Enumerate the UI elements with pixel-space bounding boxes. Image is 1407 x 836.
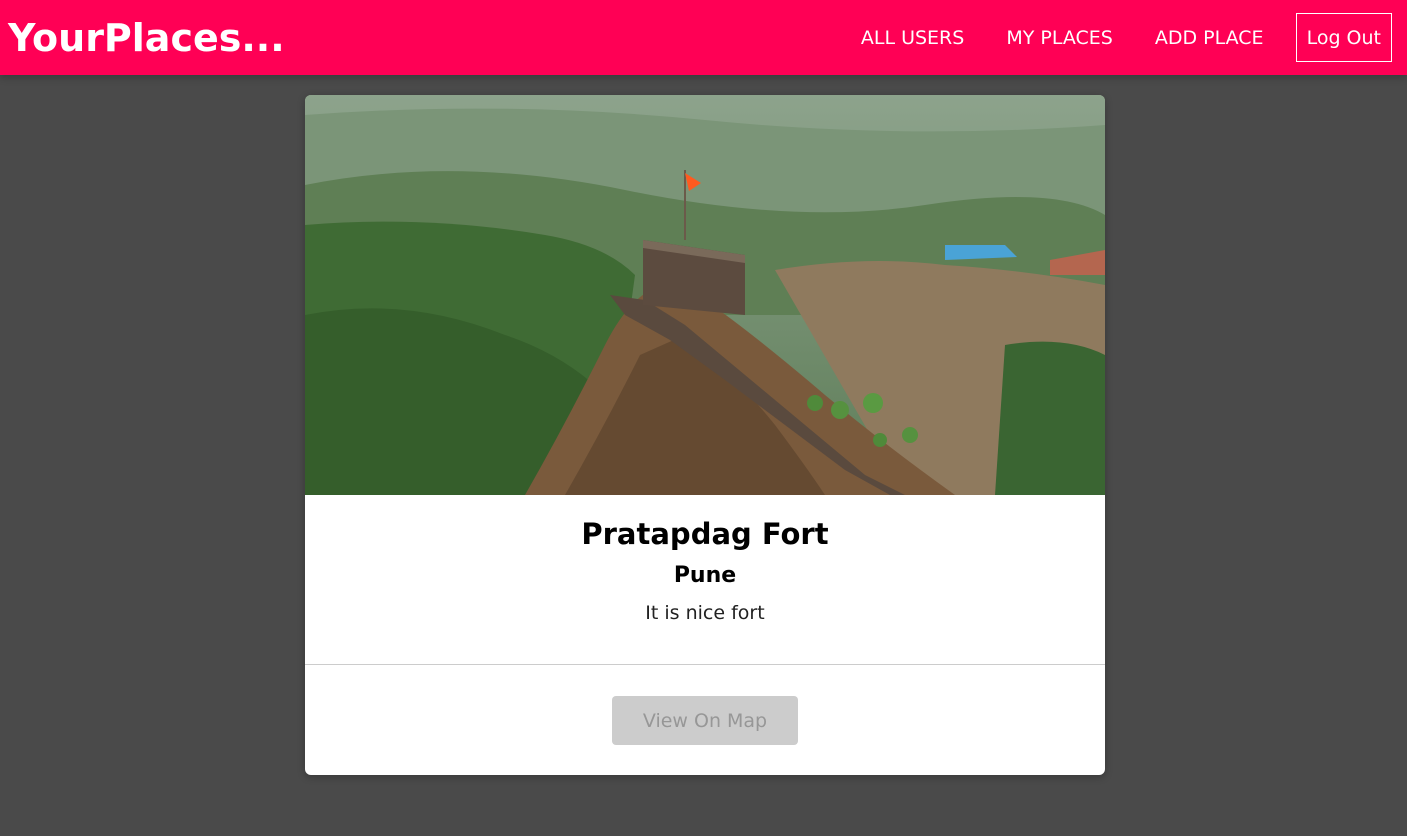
view-on-map-button[interactable]: View On Map xyxy=(612,696,798,745)
main-header: YourPlaces... ALL USERS MY PLACES ADD PL… xyxy=(0,0,1407,75)
main-navigation: ALL USERS MY PLACES ADD PLACE Log Out xyxy=(819,0,1392,75)
place-image xyxy=(305,95,1105,495)
nav-my-places[interactable]: MY PLACES xyxy=(1006,27,1113,49)
place-info: Pratapdag Fort Pune It is nice fort xyxy=(305,495,1105,665)
place-title: Pratapdag Fort xyxy=(581,517,829,551)
logout-button[interactable]: Log Out xyxy=(1295,13,1392,62)
place-card: Pratapdag Fort Pune It is nice fort View… xyxy=(305,95,1105,775)
place-description: It is nice fort xyxy=(645,602,765,624)
nav-all-users[interactable]: ALL USERS xyxy=(861,27,964,49)
place-actions: View On Map xyxy=(305,665,1105,775)
nav-add-place[interactable]: ADD PLACE xyxy=(1155,27,1264,49)
place-address: Pune xyxy=(673,563,737,588)
app-logo[interactable]: YourPlaces... xyxy=(8,16,285,60)
